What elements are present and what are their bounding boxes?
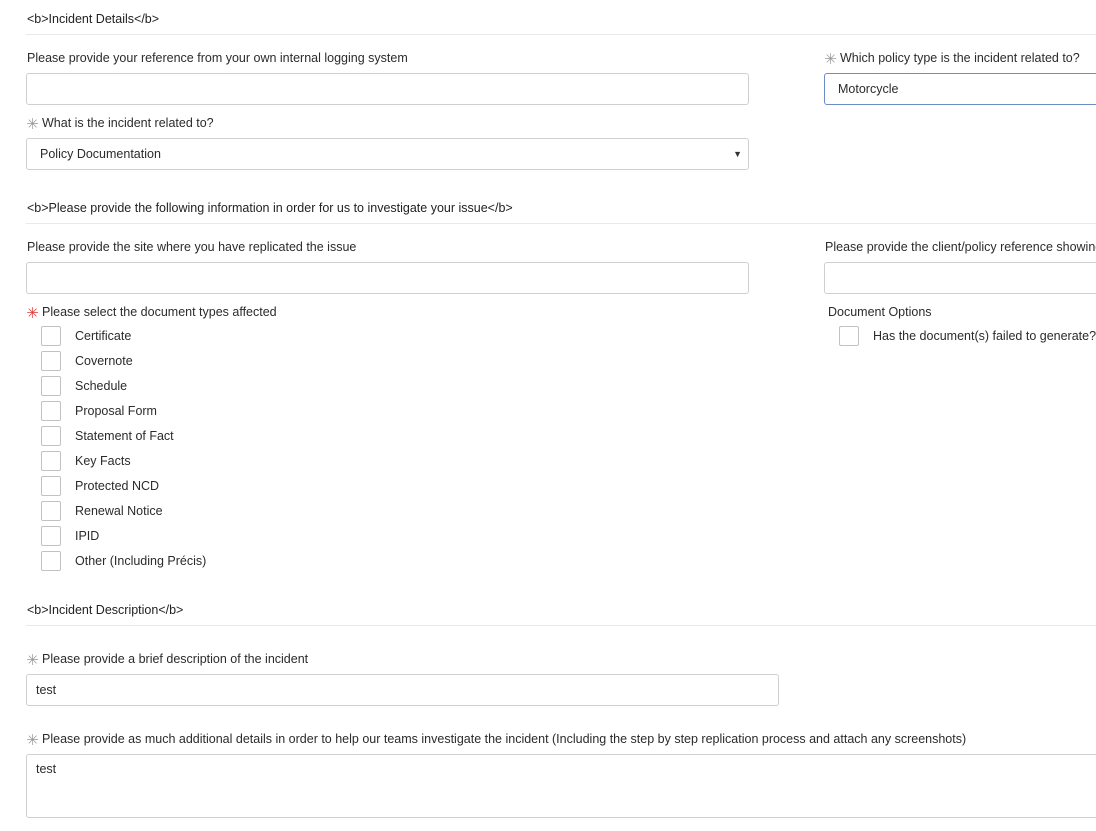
checkbox[interactable]: [41, 501, 61, 521]
client-ref-label: Please provide the client/policy referen…: [825, 240, 1096, 254]
details-textarea[interactable]: test: [26, 754, 1096, 818]
doc-type-option[interactable]: Covernote: [41, 350, 133, 372]
incident-details-heading: <b>Incident Details</b>: [27, 12, 160, 26]
doc-failed-option[interactable]: Has the document(s) failed to generate?: [839, 325, 1096, 347]
doc-type-label: Key Facts: [75, 454, 131, 468]
client-ref-input[interactable]: [824, 262, 1096, 294]
required-icon: ✳: [26, 732, 39, 749]
checkbox[interactable]: [41, 351, 61, 371]
doc-type-label: Other (Including Précis): [75, 554, 207, 568]
doc-failed-label: Has the document(s) failed to generate?: [873, 329, 1096, 343]
doc-type-option[interactable]: Schedule: [41, 375, 127, 397]
policy-type-input[interactable]: Motorcycle: [824, 73, 1096, 105]
brief-label: Please provide a brief description of th…: [42, 652, 309, 666]
checkbox[interactable]: [41, 401, 61, 421]
related-to-select[interactable]: Policy Documentation ▼: [26, 138, 749, 170]
section-divider: [26, 223, 1096, 224]
doc-type-label: Certificate: [75, 329, 132, 343]
required-icon: ✳: [26, 116, 39, 133]
doc-type-option[interactable]: Other (Including Précis): [41, 550, 206, 572]
related-to-label: What is the incident related to?: [42, 116, 214, 130]
doc-type-option[interactable]: IPID: [41, 525, 99, 547]
related-to-value: Policy Documentation: [40, 147, 161, 161]
doc-type-label: Proposal Form: [75, 404, 157, 418]
reference-input[interactable]: [26, 73, 749, 105]
checkbox[interactable]: [41, 476, 61, 496]
doc-types-label: Please select the document types affecte…: [42, 305, 277, 319]
checkbox[interactable]: [839, 326, 859, 346]
checkbox[interactable]: [41, 551, 61, 571]
policy-type-label: Which policy type is the incident relate…: [840, 51, 1080, 65]
incident-description-heading: <b>Incident Description</b>: [27, 603, 184, 617]
doc-type-option[interactable]: Protected NCD: [41, 475, 159, 497]
doc-type-option[interactable]: Renewal Notice: [41, 500, 163, 522]
doc-options-label: Document Options: [828, 305, 932, 319]
details-label: Please provide as much additional detail…: [42, 732, 967, 746]
doc-type-label: IPID: [75, 529, 100, 543]
doc-type-label: Protected NCD: [75, 479, 160, 493]
doc-type-option[interactable]: Statement of Fact: [41, 425, 174, 447]
site-input[interactable]: [26, 262, 749, 294]
section-divider: [26, 34, 1096, 35]
related-to-label-wrap: ✳ What is the incident related to?: [25, 116, 214, 133]
required-icon: ✳: [824, 51, 837, 68]
checkbox[interactable]: [41, 451, 61, 471]
doc-type-option[interactable]: Certificate: [41, 325, 131, 347]
checkbox[interactable]: [41, 376, 61, 396]
checkbox[interactable]: [41, 426, 61, 446]
doc-type-label: Statement of Fact: [75, 429, 174, 443]
investigate-heading: <b>Please provide the following informat…: [27, 201, 513, 215]
doc-type-label: Renewal Notice: [75, 504, 163, 518]
brief-input[interactable]: test: [26, 674, 779, 706]
brief-label-wrap: ✳ Please provide a brief description of t…: [25, 652, 309, 669]
reference-label: Please provide your reference from your …: [27, 51, 408, 65]
chevron-down-icon: ▼: [733, 149, 742, 159]
checkbox[interactable]: [41, 526, 61, 546]
incident-form: <b>Incident Details</b> Please provide y…: [0, 0, 1096, 831]
doc-type-option[interactable]: Key Facts: [41, 450, 131, 472]
required-icon: ✳: [26, 652, 39, 669]
checkbox[interactable]: [41, 326, 61, 346]
required-icon: ✳: [26, 305, 39, 322]
section-divider: [26, 625, 1096, 626]
doc-type-label: Covernote: [75, 354, 133, 368]
doc-type-option[interactable]: Proposal Form: [41, 400, 157, 422]
policy-type-label-wrap: ✳ Which policy type is the incident relat…: [823, 51, 1080, 68]
doc-types-label-wrap: ✳ Please select the document types affect…: [25, 305, 277, 322]
details-label-wrap: ✳ Please provide as much additional detai…: [25, 732, 967, 749]
site-label: Please provide the site where you have r…: [27, 240, 357, 254]
doc-type-label: Schedule: [75, 379, 128, 393]
